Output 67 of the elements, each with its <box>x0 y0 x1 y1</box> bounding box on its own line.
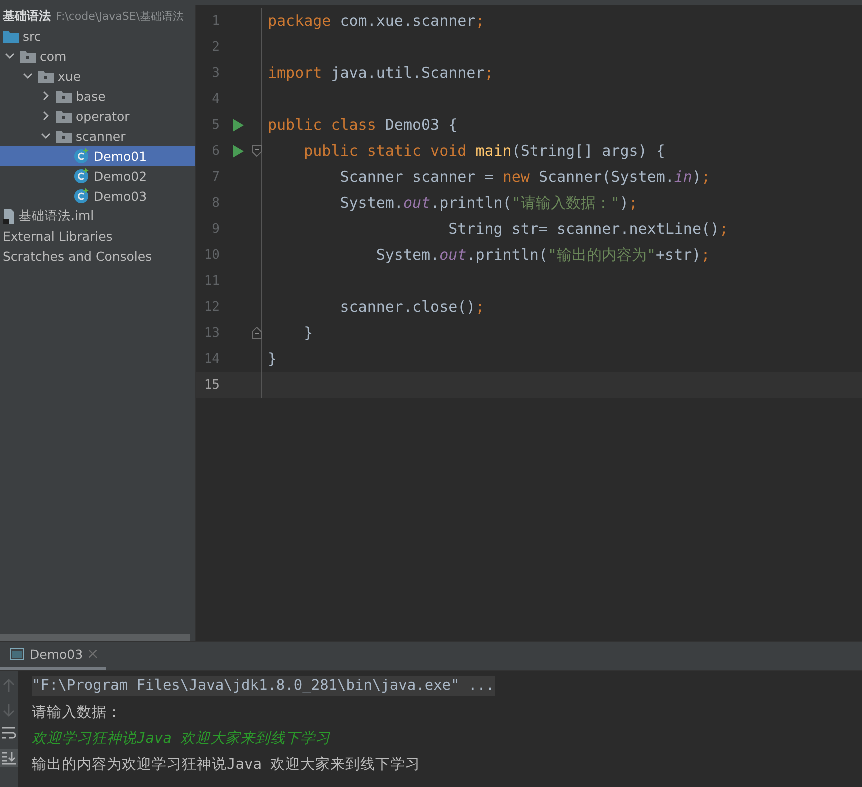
console-icon <box>10 648 24 660</box>
code-line: } <box>268 350 278 368</box>
chevron-down-icon[interactable] <box>23 71 33 81</box>
fold-icon[interactable] <box>252 145 262 157</box>
chevron-right-icon[interactable] <box>41 91 51 101</box>
line-number: 10 <box>203 248 220 262</box>
class-icon <box>74 148 90 164</box>
package-folder-icon <box>56 130 72 142</box>
line-number: 8 <box>211 196 220 210</box>
tree-item[interactable]: xue <box>0 66 195 86</box>
code-line: scanner.close(); <box>339 298 485 316</box>
line-number: 5 <box>211 118 220 132</box>
fold-icon[interactable] <box>252 327 262 339</box>
line-number: 1 <box>211 14 220 28</box>
scroll-to-end-button[interactable] <box>0 749 18 767</box>
tree-item[interactable]: 基础语法.iml <box>0 206 195 226</box>
line-number: 4 <box>211 92 220 106</box>
chevron-down-icon[interactable] <box>5 51 15 61</box>
code-line: public static void main(String[] args) { <box>303 142 666 160</box>
project-path: F:\code\JavaSE\基础语法 <box>56 8 184 24</box>
line-number: 7 <box>211 170 220 184</box>
tree-item[interactable]: scanner <box>0 126 195 146</box>
code-line: Scanner scanner = new Scanner(System.in); <box>339 168 711 186</box>
tree-item[interactable]: Demo02 <box>0 166 195 186</box>
code-line: public class Demo03 { <box>268 116 458 134</box>
class-icon <box>74 188 90 204</box>
tree-item[interactable]: Scratches and Consoles <box>0 246 195 266</box>
tree-item[interactable]: src <box>0 26 195 46</box>
code-line: } <box>303 324 314 342</box>
line-number: 2 <box>211 40 220 54</box>
package-folder-icon <box>20 50 36 62</box>
project-name: 基础语法 <box>3 8 51 24</box>
code-line: String str= scanner.nextLine(); <box>448 220 729 238</box>
code-line: package com.xue.scanner; <box>268 12 485 30</box>
line-number: 6 <box>211 144 220 158</box>
scrollbar[interactable] <box>0 634 190 641</box>
run-icon[interactable] <box>233 144 244 158</box>
tree-item[interactable]: operator <box>0 106 195 126</box>
code-line: import java.util.Scanner; <box>268 64 494 82</box>
package-folder-icon <box>56 110 72 122</box>
tree-item[interactable]: base <box>0 86 195 106</box>
run-icon[interactable] <box>233 118 244 132</box>
package-folder-icon <box>56 90 72 102</box>
file-icon <box>3 208 15 224</box>
chevron-down-icon[interactable] <box>41 131 51 141</box>
line-number: 14 <box>203 352 220 366</box>
console-line: 请输入数据： <box>32 704 122 722</box>
code-line: System.out.println("请输入数据："); <box>339 194 638 212</box>
line-number: 13 <box>203 326 220 340</box>
soft-wrap-icon[interactable] <box>2 727 16 739</box>
line-number: 9 <box>211 222 220 236</box>
line-number: 11 <box>203 274 220 288</box>
console-line: 欢迎学习狂神说Java 欢迎大家来到线下学习 <box>32 730 331 748</box>
class-icon <box>74 168 90 184</box>
chevron-right-icon[interactable] <box>41 111 51 121</box>
line-number: 15 <box>203 378 220 392</box>
line-number: 3 <box>211 66 220 80</box>
folder-icon <box>3 30 19 42</box>
console-line: 输出的内容为欢迎学习狂神说Java 欢迎大家来到线下学习 <box>32 756 421 774</box>
code-line: System.out.println("输出的内容为"+str); <box>375 246 710 264</box>
tree-item[interactable]: com <box>0 46 195 66</box>
tree-item[interactable]: External Libraries <box>0 226 195 246</box>
tree-item[interactable]: Demo01 <box>0 146 195 166</box>
line-number: 12 <box>203 300 220 314</box>
package-folder-icon <box>38 70 54 82</box>
tree-item[interactable]: Demo03 <box>0 186 195 206</box>
run-tab[interactable]: Demo03 <box>0 641 106 670</box>
